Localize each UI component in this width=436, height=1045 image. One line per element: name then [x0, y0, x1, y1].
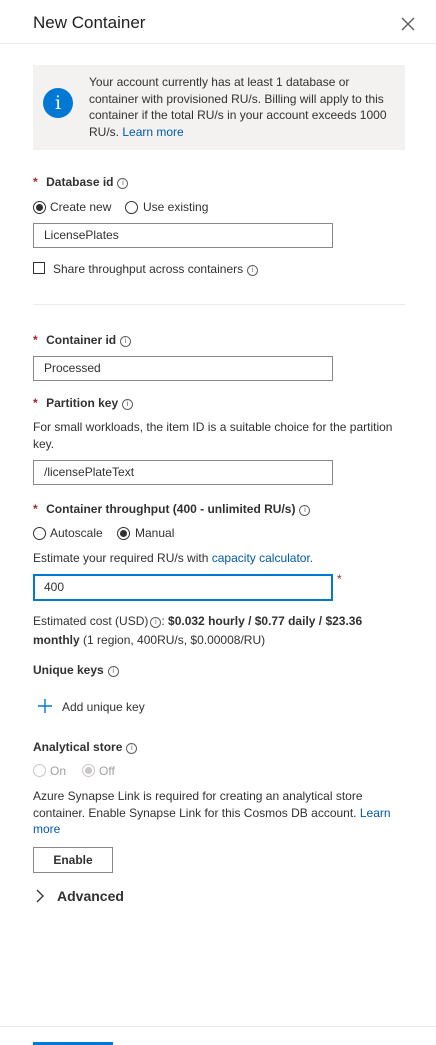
- info-circle-icon[interactable]: i: [247, 265, 259, 276]
- info-circle-icon[interactable]: i: [299, 505, 311, 516]
- radio-manual-label[interactable]: Manual: [135, 526, 174, 540]
- partition-key-input[interactable]: /licensePlateText: [33, 460, 333, 485]
- estimate-text: Estimate your required RU/s with: [33, 551, 209, 565]
- share-throughput-row: Share throughput across containers i: [53, 262, 259, 276]
- info-circle-icon[interactable]: i: [122, 399, 134, 410]
- share-throughput-label[interactable]: Share throughput across containers: [53, 262, 243, 276]
- radio-manual[interactable]: [117, 527, 130, 540]
- database-id-label-row: * Database id i: [33, 173, 129, 191]
- partition-key-label-row: * Partition key i: [33, 394, 134, 412]
- add-unique-key-button[interactable]: Add unique key: [62, 700, 145, 714]
- panel-title: New Container: [33, 13, 146, 32]
- enable-button[interactable]: Enable: [33, 847, 113, 873]
- required-marker: *: [33, 396, 38, 410]
- throughput-input[interactable]: 400: [33, 574, 333, 601]
- plus-icon[interactable]: [37, 698, 53, 714]
- cost-period: monthly: [33, 633, 80, 647]
- required-marker: *: [33, 175, 38, 189]
- section-divider: [33, 304, 405, 305]
- info-circle-icon[interactable]: i: [107, 666, 119, 677]
- radio-analytical-on-label[interactable]: On: [50, 764, 66, 778]
- share-throughput-checkbox[interactable]: [33, 262, 45, 274]
- throughput-label-row: * Container throughput (400 - unlimited …: [33, 500, 311, 518]
- unique-keys-label: Unique keys: [33, 663, 104, 677]
- radio-use-existing-label[interactable]: Use existing: [143, 200, 208, 214]
- info-circle-icon[interactable]: i: [126, 743, 138, 754]
- close-icon[interactable]: [398, 14, 418, 34]
- capacity-calculator-link[interactable]: capacity calculator.: [212, 551, 313, 565]
- info-circle-icon[interactable]: i: [120, 336, 132, 347]
- info-circle-icon[interactable]: i: [150, 617, 162, 628]
- info-circle-icon[interactable]: i: [117, 178, 129, 189]
- required-marker: *: [33, 502, 38, 516]
- radio-autoscale-label[interactable]: Autoscale: [50, 526, 103, 540]
- radio-create-new-label[interactable]: Create new: [50, 200, 111, 214]
- throughput-label: Container throughput (400 - unlimited RU…: [46, 502, 296, 516]
- cost-amount: $0.032 hourly / $0.77 daily / $23.36: [168, 614, 363, 628]
- radio-use-existing[interactable]: [125, 201, 138, 214]
- container-id-input[interactable]: Processed: [33, 356, 333, 381]
- analytical-store-label-row: Analytical store i: [33, 738, 138, 756]
- chevron-right-icon[interactable]: [34, 889, 46, 903]
- estimate-row: Estimate your required RU/s with capacit…: [33, 551, 313, 565]
- partition-key-help: For small workloads, the item ID is a su…: [33, 420, 393, 451]
- info-learn-more-link[interactable]: Learn more: [122, 125, 183, 139]
- required-marker: *: [33, 333, 38, 347]
- info-banner-text: Your account currently has at least 1 da…: [89, 74, 395, 141]
- database-id-input[interactable]: LicensePlates: [33, 223, 333, 248]
- advanced-toggle[interactable]: Advanced: [57, 888, 124, 904]
- unique-keys-label-row: Unique keys i: [33, 661, 119, 679]
- footer-divider: [0, 1026, 436, 1027]
- partition-key-label: Partition key: [46, 396, 119, 410]
- database-id-label: Database id: [46, 175, 114, 189]
- estimated-cost: Estimated cost (USD) i: $0.032 hourly / $…: [33, 614, 363, 647]
- container-id-label: Container id: [46, 333, 117, 347]
- info-icon: i: [43, 88, 73, 118]
- radio-create-new[interactable]: [33, 201, 46, 214]
- container-id-label-row: * Container id i: [33, 331, 132, 349]
- cost-detail: (1 region, 400RU/s, $0.00008/RU): [83, 633, 266, 647]
- radio-analytical-off[interactable]: [82, 764, 95, 777]
- radio-autoscale[interactable]: [33, 527, 46, 540]
- cost-label: Estimated cost (USD): [33, 614, 149, 628]
- radio-analytical-on[interactable]: [33, 764, 46, 777]
- synapse-help: Azure Synapse Link is required for creat…: [33, 788, 405, 838]
- synapse-help-text: Azure Synapse Link is required for creat…: [33, 789, 363, 820]
- header-divider: [0, 43, 436, 44]
- required-marker: *: [337, 572, 342, 586]
- radio-analytical-off-label[interactable]: Off: [99, 764, 115, 778]
- analytical-store-label: Analytical store: [33, 740, 123, 754]
